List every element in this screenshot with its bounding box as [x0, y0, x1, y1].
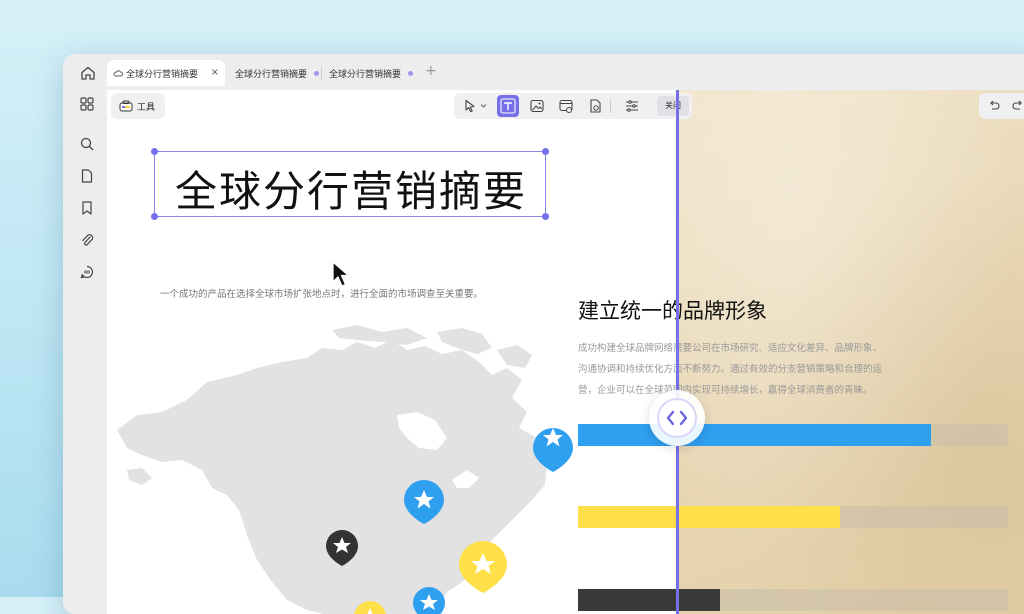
body-line: 沟通协调和持续优化方面不断努力。通过有效的分支营销策略和合理的运 — [578, 364, 883, 375]
cloud-icon — [113, 70, 123, 77]
map-marker[interactable] — [413, 587, 445, 614]
tab-document-3[interactable]: 全球分行营销摘要 — [329, 60, 414, 86]
redo-icon[interactable] — [1011, 99, 1024, 113]
body-line: 成功构建全球品牌网络需要公司在市场研究、适应文化差异、品牌形象、 — [578, 343, 883, 354]
search-icon[interactable] — [79, 136, 95, 152]
new-tab-button[interactable]: + — [425, 63, 437, 79]
undo-icon[interactable] — [987, 99, 1001, 113]
chevron-left-right-icon — [666, 410, 688, 426]
map-markers-layer — [326, 428, 573, 614]
tab-separator — [321, 67, 322, 79]
stamp-icon[interactable] — [587, 98, 603, 114]
align-settings-icon[interactable] — [624, 98, 640, 114]
unsaved-dot-icon — [408, 70, 414, 76]
compare-handle-inner — [657, 398, 697, 438]
bookmark-icon[interactable] — [79, 200, 95, 216]
close-edit-button[interactable]: 关闭 — [657, 96, 689, 116]
body-line: 营，企业可以在全球范围内实现可持续增长，赢得全球消费者的青睐。 — [578, 385, 873, 396]
tab-bar: 全球分行营销摘要 × 全球分行营销摘要 全球分行营销摘要 + — [63, 54, 1024, 90]
progress-bar-fill — [578, 506, 841, 528]
map-marker[interactable] — [459, 541, 507, 593]
compare-divider[interactable] — [676, 90, 679, 614]
map-marker[interactable] — [404, 480, 444, 524]
progress-bar-track — [578, 506, 1008, 528]
mouse-cursor-icon — [332, 261, 350, 287]
app-window: 全球分行营销摘要 × 全球分行营销摘要 全球分行营销摘要 + 工具 关闭 全球分… — [63, 54, 1024, 614]
map-marker[interactable] — [354, 601, 386, 614]
progress-bar-track — [578, 589, 1008, 611]
progress-bar-fill — [578, 424, 931, 446]
page-icon[interactable] — [79, 168, 95, 184]
tab-label: 全球分行营销摘要 — [235, 69, 308, 80]
tab-document-2[interactable]: 全球分行营销摘要 — [235, 60, 320, 86]
tab-document-1[interactable]: 全球分行营销摘要 × — [107, 60, 225, 86]
section-title: 建立统一的品牌形象 — [578, 299, 767, 323]
tab-label: 全球分行营销摘要 — [126, 69, 199, 80]
unsaved-dot-icon — [314, 70, 320, 76]
compare-slider-handle[interactable] — [649, 390, 705, 446]
map-marker[interactable] — [533, 428, 573, 472]
grid-icon[interactable] — [79, 96, 95, 112]
progress-bar-fill — [578, 589, 720, 611]
toolbar-separator — [610, 99, 611, 113]
history-toolbar — [979, 93, 1024, 119]
section-body: 成功构建全球品牌网络需要公司在市场研究、适应文化差异、品牌形象、 沟通协调和持续… — [578, 338, 958, 401]
progress-bar-track — [578, 424, 1008, 446]
document-canvas: 工具 关闭 全球分行营销摘要 一个成功的产品在选择全球市场扩张地点时，进行全面的… — [107, 90, 1024, 614]
tab-close-button[interactable]: × — [211, 67, 219, 78]
left-sidebar — [63, 90, 107, 614]
home-icon[interactable] — [80, 65, 96, 81]
tab-label: 全球分行营销摘要 — [329, 69, 402, 80]
comment-icon[interactable] — [79, 264, 95, 280]
attachment-icon[interactable] — [79, 232, 95, 248]
map-marker[interactable] — [326, 530, 358, 566]
